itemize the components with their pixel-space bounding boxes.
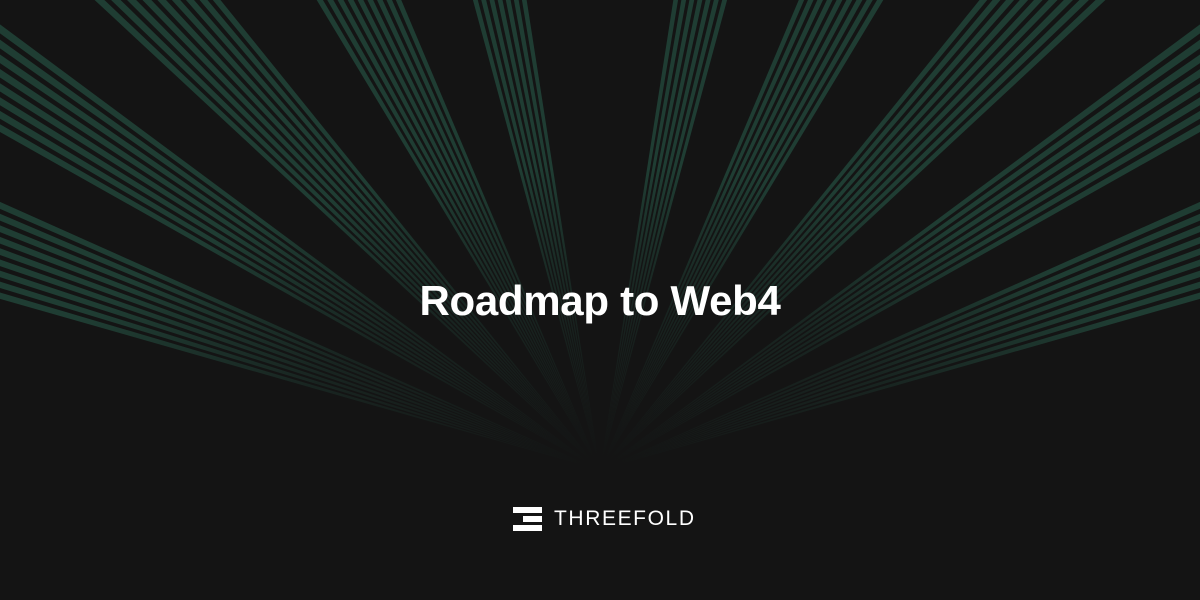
logo-bar-middle bbox=[523, 516, 542, 522]
logo-bar-top bbox=[513, 507, 542, 513]
brand-lockup: THREEFOLD bbox=[512, 504, 696, 534]
page-title: Roadmap to Web4 bbox=[419, 277, 781, 324]
brand-name: THREEFOLD bbox=[554, 507, 696, 530]
logo-bar-bottom bbox=[513, 525, 542, 531]
threefold-logo-icon bbox=[513, 507, 542, 531]
